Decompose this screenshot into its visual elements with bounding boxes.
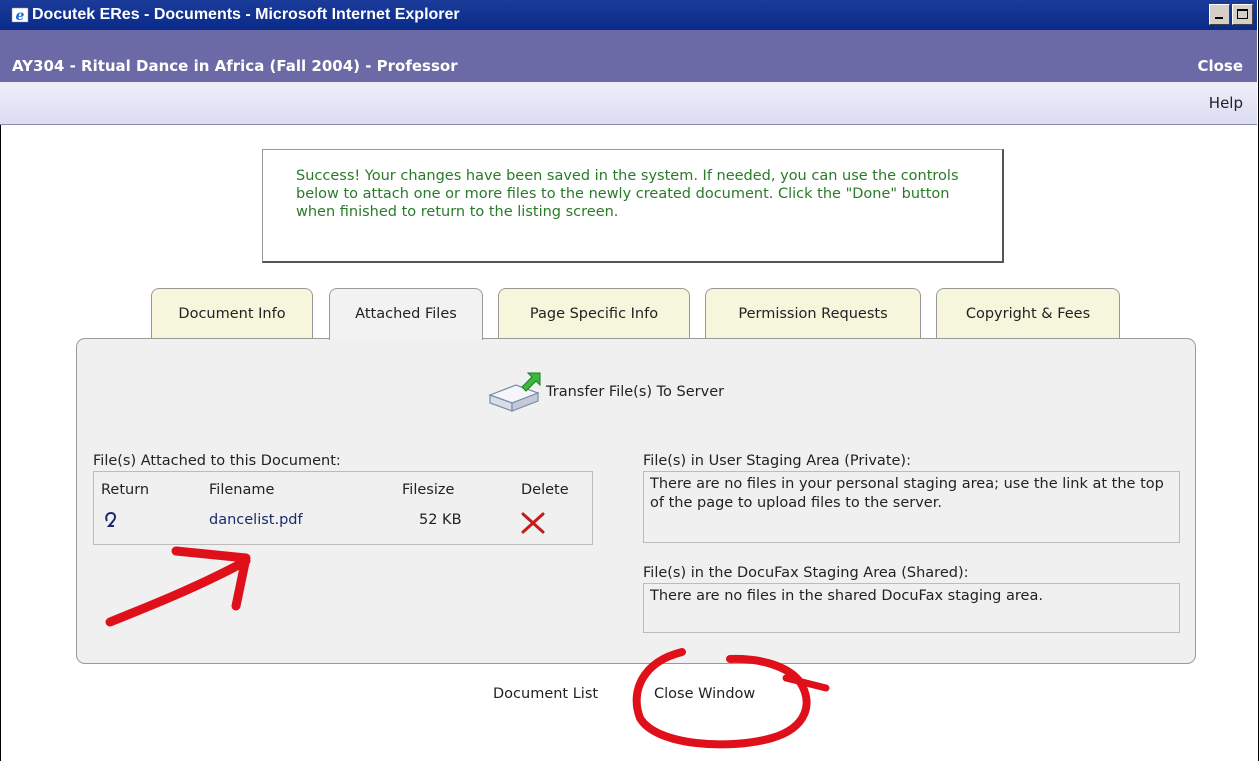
user-staging-message: There are no files in your personal stag… [650, 476, 1164, 511]
course-title: AY304 - Ritual Dance in Africa (Fall 200… [12, 57, 458, 75]
delete-x-icon[interactable] [520, 512, 546, 534]
col-header-delete: Delete [521, 482, 569, 498]
tab-label: Page Specific Info [529, 306, 659, 322]
tab-copyright-fees[interactable]: Copyright & Fees [936, 288, 1120, 338]
success-message: Success! Your changes have been saved in… [296, 168, 959, 220]
col-header-filename: Filename [209, 482, 275, 498]
success-message-box: Success! Your changes have been saved in… [262, 149, 1004, 263]
transfer-files-link[interactable]: Transfer File(s) To Server [486, 369, 724, 415]
tab-permission-requests[interactable]: Permission Requests [705, 288, 921, 338]
upload-drive-icon [488, 372, 541, 412]
link-separator: | [634, 686, 639, 702]
close-link[interactable]: Close [1197, 57, 1243, 75]
attached-files-panel: Transfer File(s) To Server File(s) Attac… [76, 338, 1196, 664]
docufax-staging-heading: File(s) in the DocuFax Staging Area (Sha… [643, 565, 969, 581]
tab-page-specific-info[interactable]: Page Specific Info [498, 288, 690, 338]
filename-link[interactable]: dancelist.pdf [209, 512, 303, 528]
tab-label: Document Info [178, 306, 286, 322]
course-header: AY304 - Ritual Dance in Africa (Fall 200… [0, 50, 1257, 82]
maximize-button[interactable] [1232, 4, 1253, 25]
close-window-link[interactable]: Close Window [654, 686, 755, 702]
help-link[interactable]: Help [1209, 94, 1243, 112]
col-header-filesize: Filesize [402, 482, 455, 498]
tab-attached-files[interactable]: Attached Files [329, 288, 483, 340]
filesize-value: 52 KB [419, 512, 462, 528]
docufax-staging-message: There are no files in the shared DocuFax… [650, 588, 1043, 604]
window-title: Docutek ERes - Documents - Microsoft Int… [32, 6, 460, 23]
user-staging-box: There are no files in your personal stag… [643, 471, 1180, 543]
title-spacer [0, 30, 1257, 50]
docufax-staging-box: There are no files in the shared DocuFax… [643, 583, 1180, 633]
tab-label: Copyright & Fees [965, 306, 1091, 322]
internet-explorer-icon: e [11, 7, 29, 24]
document-list-link[interactable]: Document List [493, 686, 598, 702]
help-bar: Help [0, 82, 1257, 125]
user-staging-heading: File(s) in User Staging Area (Private): [643, 453, 911, 469]
window-title-bar: e Docutek ERes - Documents - Microsoft I… [0, 0, 1257, 30]
tab-document-info[interactable]: Document Info [151, 288, 313, 338]
transfer-files-label: Transfer File(s) To Server [546, 384, 725, 400]
attached-files-table: Return Filename Filesize Delete dancelis… [93, 471, 593, 545]
svg-text:e: e [16, 8, 25, 24]
minimize-button[interactable] [1209, 4, 1230, 25]
tab-label: Permission Requests [738, 306, 888, 322]
tab-label: Attached Files [355, 306, 457, 322]
col-header-return: Return [101, 482, 150, 498]
attached-files-heading: File(s) Attached to this Document: [93, 453, 341, 469]
return-arrow-icon[interactable] [104, 512, 118, 530]
